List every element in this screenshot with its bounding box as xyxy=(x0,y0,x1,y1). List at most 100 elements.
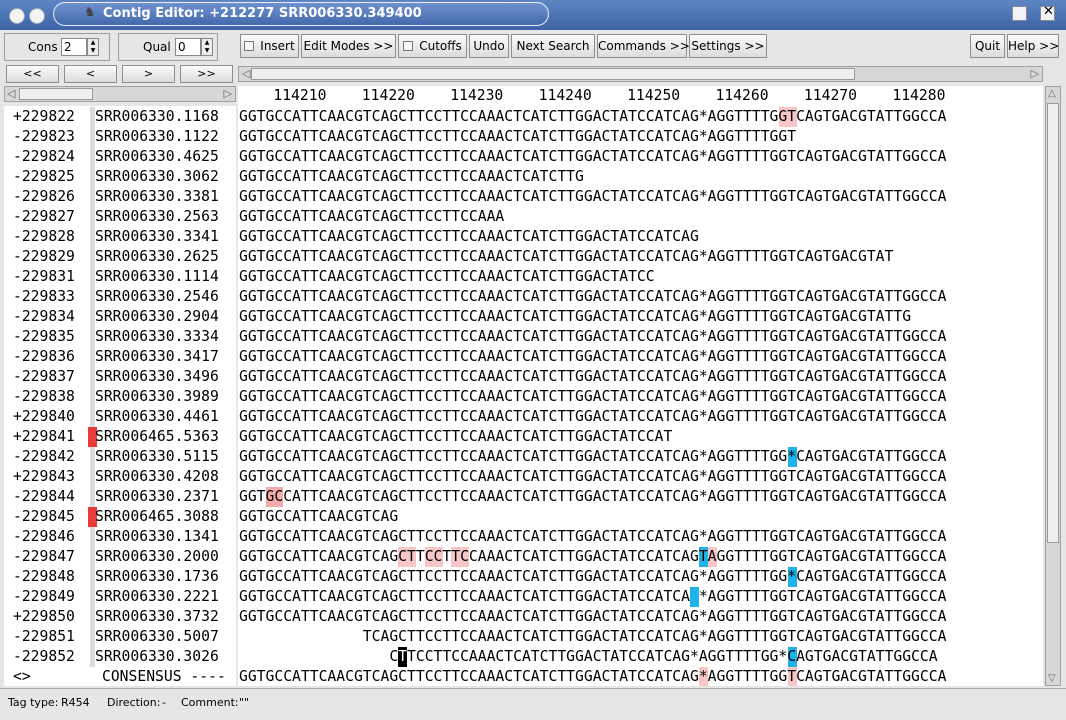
names-scroll-thumb[interactable] xyxy=(19,88,93,100)
read-sequence-row[interactable]: GGTGCCATTCAACGTCAGCTTCCTTCCAAACTCATCTTGG… xyxy=(238,467,1043,487)
read-sequence-row[interactable]: GGTGCCATTCAACGTCAGCTTCCTTCCAAACTCATCTTGG… xyxy=(238,327,1043,347)
read-name[interactable]: SRR006330.4461 xyxy=(95,407,219,427)
read-sequence[interactable]: GGTGCCATTCAACGTCAGCTTCCTTCCAAACTCATCTTGG… xyxy=(239,387,946,407)
read-sequence-row[interactable]: GGTGCCATTCAACGTCAGCTTCCTTCCAAACTCATCTTGG… xyxy=(238,427,1043,447)
undo-button[interactable]: Undo xyxy=(469,34,509,58)
read-sequence-row[interactable]: GGTGCCATTCAACGTCAGCTTCCTTCCAAACTCATCTTGG… xyxy=(238,247,1043,267)
read-sequence-row[interactable]: GGTGCCATTCAACGTCAGCTTCCTTCCAAA xyxy=(238,207,1043,227)
read-sequence[interactable]: GGTGCCATTCAACGTCAGCTTCCTTCCAAACTCATCTTGG… xyxy=(239,527,946,547)
edit-modes-button[interactable]: Edit Modes >> xyxy=(301,34,396,58)
qual-input[interactable]: 0 xyxy=(175,38,201,56)
read-name-row[interactable]: -229852 SRR006330.3026 xyxy=(4,647,236,667)
read-sequence[interactable]: GGTGCCATTCAACGTCAGCTTCCTTCCAAACTCATCTTGG… xyxy=(239,267,655,287)
consensus-sequence-row[interactable]: GGTGCCATTCAACGTCAGCTTCCTTCCAAACTCATCTTGG… xyxy=(238,667,1043,686)
read-sequence[interactable]: GGTGCCATTCAACGTCAGCTTCCTTCCAAACTCATCTTGG… xyxy=(239,467,946,487)
read-sequence-row[interactable]: GGTGCCATTCAACGTCAGCTTCCTTCCAAACTCATCTTGG… xyxy=(238,267,1043,287)
read-name-row[interactable]: -229833 SRR006330.2546 xyxy=(4,287,236,307)
scroll-far-right-button[interactable]: >> xyxy=(180,65,233,83)
read-sequence-row[interactable]: TCAGCTTCCTTCCAAACTCATCTTGGACTATCCATCAG*A… xyxy=(238,627,1043,647)
read-sequence-row[interactable]: GGTGCCATTCAACGTCAGCTTCCTTCCAAACTCATCTTGG… xyxy=(238,287,1043,307)
cons-stepper[interactable]: ▲ ▼ xyxy=(87,38,99,56)
next-search-button[interactable]: Next Search xyxy=(511,34,595,58)
help-button[interactable]: Help >> xyxy=(1007,34,1059,58)
read-name[interactable]: SRR006465.5363 xyxy=(95,427,219,447)
read-name-row[interactable]: -229824 SRR006330.4625 xyxy=(4,147,236,167)
read-name[interactable]: SRR006330.1168 xyxy=(95,107,219,127)
read-name[interactable]: SRR006330.3062 xyxy=(95,167,219,187)
cutoffs-checkbox[interactable] xyxy=(403,41,414,51)
read-sequence-row[interactable]: GGTGCCATTCAACGTCAGCTTCCTTCCAAACTCATCTTGG… xyxy=(238,527,1043,547)
read-sequence-row[interactable]: GGTGCCATTCAACGTCAGCTTCCTTCCAAACTCATCTTGG… xyxy=(238,307,1043,327)
read-name-row[interactable]: +229840 SRR006330.4461 xyxy=(4,407,236,427)
read-sequence-row[interactable]: GGTGCCATTCAACGTCAGCTTCCTTCCAAACTCATCTTGG… xyxy=(238,387,1043,407)
read-sequence[interactable]: GGTGCCATTCAACGTCAGCTTCCTTCCAAACTCATCTTGG… xyxy=(239,367,946,387)
read-sequence[interactable]: GGTGCCATTCAACGTCAGCTTCCTTCCAAACTCATCTTGG… xyxy=(239,587,946,607)
read-sequence-row[interactable]: GGTGCCATTCAACGTCAGCTTCCTTCCAAACTCATCTTGG… xyxy=(238,147,1043,167)
read-sequence[interactable]: GGTGCCATTCAACGTCAGCTTCCTTCCAAACTCATCTTGG… xyxy=(239,247,893,267)
consensus-label[interactable]: CONSENSUS ---- xyxy=(102,667,226,687)
commands-button[interactable]: Commands >> xyxy=(597,34,690,58)
read-name[interactable]: SRR006330.2563 xyxy=(95,207,219,227)
read-sequence-row[interactable]: GGTGCCATTCAACGTCAGCTTCCTTCCAAACTCATCTTGG… xyxy=(238,107,1043,127)
sequence-pane[interactable]: GGTGCCATTCAACGTCAGCTTCCTTCCAAACTCATCTTGG… xyxy=(238,106,1043,686)
names-scrollbar[interactable]: ◁ ▷ xyxy=(4,86,236,102)
read-name[interactable]: SRR006330.5115 xyxy=(95,447,219,467)
read-name-row[interactable]: -229835 SRR006330.3334 xyxy=(4,327,236,347)
read-name[interactable]: SRR006330.1736 xyxy=(95,567,219,587)
read-sequence-row[interactable]: GGTGCCATTCAACGTCAG xyxy=(238,507,1043,527)
read-name-row[interactable]: +229843 SRR006330.4208 xyxy=(4,467,236,487)
read-sequence[interactable]: GGTGCCATTCAACGTCAGCTTCCTTCCAAACTCATCTTGG… xyxy=(239,447,946,467)
read-name-row[interactable]: -229837 SRR006330.3496 xyxy=(4,367,236,387)
read-sequence[interactable]: CTTCCTTCCAAACTCATCTTGGACTATCCATCAG*AGGTT… xyxy=(239,647,937,667)
read-sequence[interactable]: TCAGCTTCCTTCCAAACTCATCTTGGACTATCCATCAG*A… xyxy=(239,627,947,647)
quit-button[interactable]: Quit xyxy=(970,34,1005,58)
read-sequence-row[interactable]: GGTGCCATTCAACGTCAGCTTCCTTCCAAACTCATCTTGG… xyxy=(238,347,1043,367)
read-name[interactable]: SRR006330.3341 xyxy=(95,227,219,247)
cons-input[interactable]: 2 xyxy=(61,38,87,56)
read-sequence[interactable]: GGTGCCATTCAACGTCAGCTTCCTTCCAAACTCATCTTGG… xyxy=(239,547,946,567)
qual-stepper[interactable]: ▲ ▼ xyxy=(201,38,213,56)
read-sequence[interactable]: GGTGCCATTCAACGTCAGCTTCCTTCCAAACTCATCTTGG… xyxy=(239,107,946,127)
read-name-row[interactable]: -229846 SRR006330.1341 xyxy=(4,527,236,547)
read-sequence-row[interactable]: GGTGCCATTCAACGTCAGCTTCCTTCCAAACTCATCTTGG… xyxy=(238,187,1043,207)
read-sequence[interactable]: GGTGCCATTCAACGTCAGCTTCCTTCCAAACTCATCTTGG… xyxy=(239,127,796,147)
scroll-left-button[interactable]: < xyxy=(64,65,117,83)
window-menu-button[interactable] xyxy=(9,8,25,24)
read-name[interactable]: SRR006330.3381 xyxy=(95,187,219,207)
read-sequence[interactable]: GGTGCCATTCAACGTCAGCTTCCTTCCAAACTCATCTTGG… xyxy=(239,287,946,307)
read-name-row[interactable]: -229842 SRR006330.5115 xyxy=(4,447,236,467)
horizontal-scroll-thumb[interactable] xyxy=(251,68,855,80)
read-name[interactable]: SRR006330.2546 xyxy=(95,287,219,307)
read-sequence-row[interactable]: GGTGCCATTCAACGTCAGCTTCCTTCCAAACTCATCTTGG… xyxy=(238,607,1043,627)
read-name[interactable]: SRR006330.1122 xyxy=(95,127,219,147)
consensus-toggle[interactable]: <> xyxy=(13,667,89,687)
read-name[interactable]: SRR006330.4625 xyxy=(95,147,219,167)
read-name[interactable]: SRR006330.2904 xyxy=(95,307,219,327)
read-name-row[interactable]: -229827 SRR006330.2563 xyxy=(4,207,236,227)
read-sequence[interactable]: GGTGCCATTCAACGTCAGCTTCCTTCCAAACTCATCTTGG… xyxy=(239,427,672,447)
read-name[interactable]: SRR006465.3088 xyxy=(95,507,219,527)
read-name[interactable]: SRR006330.5007 xyxy=(95,627,219,647)
read-name[interactable]: SRR006330.2221 xyxy=(95,587,219,607)
read-name-row[interactable]: -229836 SRR006330.3417 xyxy=(4,347,236,367)
read-name-row[interactable]: -229848 SRR006330.1736 xyxy=(4,567,236,587)
read-sequence[interactable]: GGTGCCATTCAACGTCAGCTTCCTTCCAAACTCATCTTGG… xyxy=(239,487,946,507)
read-sequence[interactable]: GGTGCCATTCAACGTCAGCTTCCTTCCAAA xyxy=(239,207,504,227)
read-name-row[interactable]: -229844 SRR006330.2371 xyxy=(4,487,236,507)
vertical-scroll-thumb[interactable] xyxy=(1047,103,1059,543)
read-sequence-row[interactable]: GGTGCCATTCAACGTCAGCTTCCTTCCAAACTCATCTTGG… xyxy=(238,587,1043,607)
read-sequence[interactable]: GGTGCCATTCAACGTCAGCTTCCTTCCAAACTCATCTTGG… xyxy=(239,347,946,367)
vertical-scrollbar[interactable]: △ ▽ xyxy=(1045,86,1061,686)
read-name-row[interactable]: -229845 SRR006465.3088 xyxy=(4,507,236,527)
read-name[interactable]: SRR006330.3026 xyxy=(95,647,219,667)
read-sequence[interactable]: GGTGCCATTCAACGTCAGCTTCCTTCCAAACTCATCTTGG… xyxy=(239,227,699,247)
read-name-row[interactable]: -229829 SRR006330.2625 xyxy=(4,247,236,267)
read-sequence-row[interactable]: GGTGCCATTCAACGTCAGCTTCCTTCCAAACTCATCTTG xyxy=(238,167,1043,187)
scroll-left-arrow-icon[interactable]: ◁ xyxy=(242,67,250,80)
read-sequence[interactable]: GGTGCCATTCAACGTCAGCTTCCTTCCAAACTCATCTTGG… xyxy=(239,307,911,327)
read-name-row[interactable]: -229826 SRR006330.3381 xyxy=(4,187,236,207)
window-shade-button[interactable] xyxy=(29,8,45,24)
read-name[interactable]: SRR006330.3334 xyxy=(95,327,219,347)
read-sequence-row[interactable]: GGTGCCATTCAACGTCAGCTTCCTTCCAAACTCATCTTGG… xyxy=(238,547,1043,567)
read-name-row[interactable]: +229841 SRR006465.5363 xyxy=(4,427,236,447)
